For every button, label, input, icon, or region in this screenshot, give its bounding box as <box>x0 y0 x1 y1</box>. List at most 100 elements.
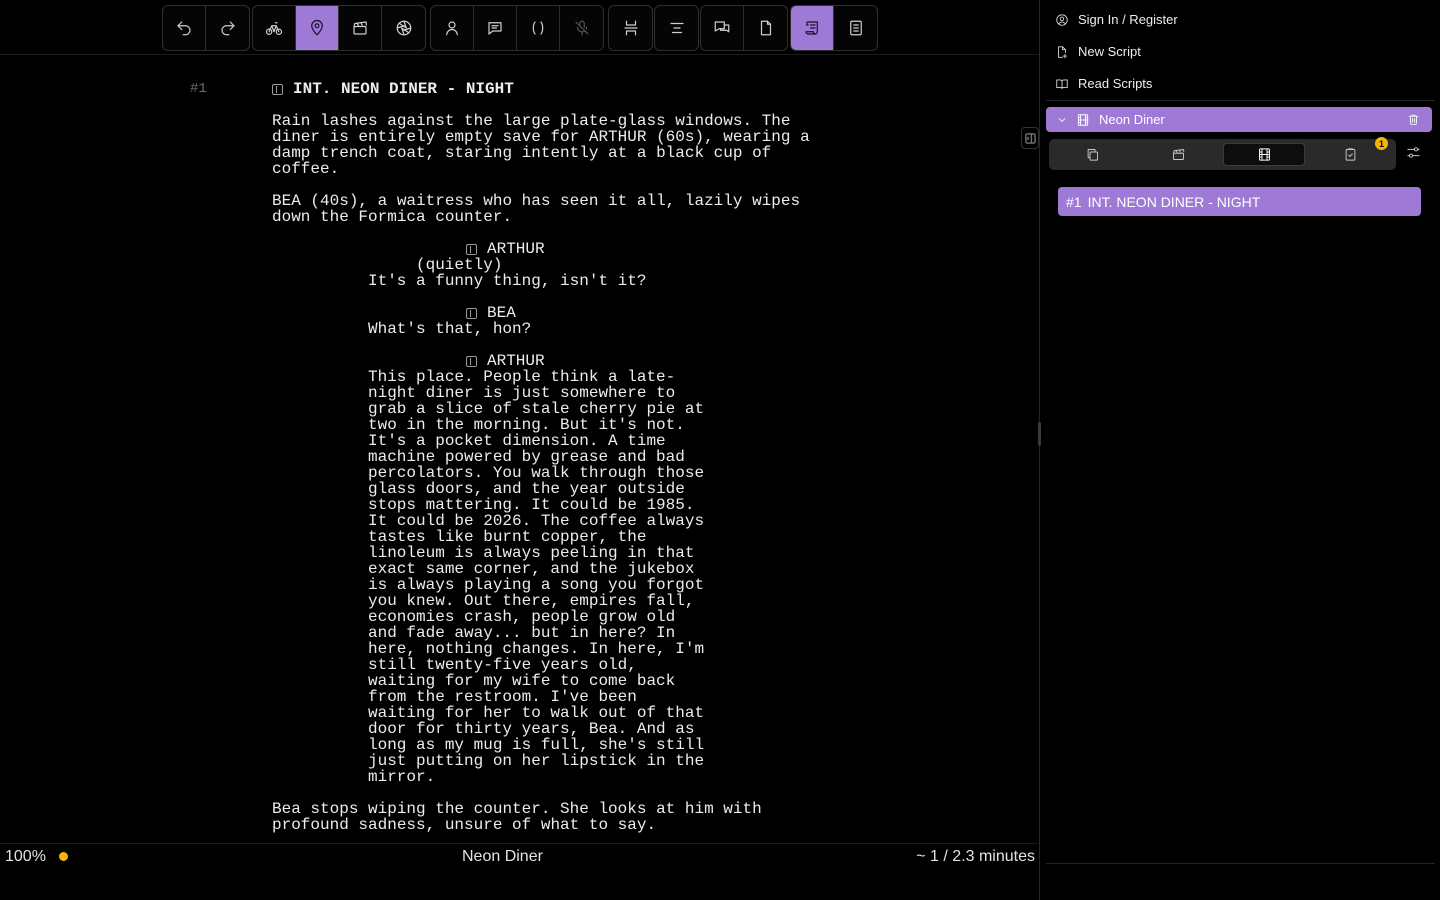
outline-view-button[interactable] <box>834 6 877 50</box>
status-bar: 100% Neon Diner ~ 1 / 2.3 minutes <box>0 843 1039 870</box>
speech-bubble-icon <box>488 22 502 35</box>
script-title: Neon Diner <box>1099 112 1165 127</box>
new-file-icon <box>1058 45 1068 58</box>
redo-button[interactable] <box>206 6 249 50</box>
new-script-label: New Script <box>1078 44 1141 59</box>
centered-text-button[interactable] <box>655 6 698 50</box>
panel-resize-handle[interactable] <box>1038 422 1041 446</box>
character-cue[interactable]: ARTHUR <box>466 241 832 257</box>
film-icon <box>1258 148 1270 161</box>
zoom-level[interactable]: 100% <box>5 848 46 866</box>
shot-button[interactable] <box>382 6 425 50</box>
comments-button[interactable] <box>701 6 744 50</box>
dialogue-block[interactable]: What's that, hon? <box>368 321 716 337</box>
tab-tasks[interactable]: 1 <box>1309 137 1391 166</box>
trash-icon[interactable] <box>1407 113 1420 126</box>
tab-scenes[interactable] <box>1223 143 1305 166</box>
film-icon <box>1077 113 1089 126</box>
voice-over-button[interactable] <box>560 6 603 50</box>
scene-heading[interactable]: INT. NEON DINER - NIGHT <box>272 81 832 97</box>
scene-heading-button[interactable] <box>296 6 339 50</box>
undo-button[interactable] <box>163 6 206 50</box>
align-group <box>654 5 699 51</box>
sign-in-label: Sign In / Register <box>1078 12 1178 27</box>
scroll-icon <box>805 21 818 35</box>
action-block[interactable]: BEA (40s), a waitress who has seen it al… <box>272 193 832 225</box>
tab-scenes-board[interactable] <box>1137 143 1219 166</box>
character-button[interactable] <box>431 6 474 50</box>
character-name: ARTHUR <box>487 240 545 258</box>
divider <box>1046 100 1435 101</box>
character-cue[interactable]: BEA <box>466 305 832 321</box>
dialogue-button[interactable] <box>474 6 517 50</box>
scene-list-title: INT. NEON DINER - NIGHT <box>1087 193 1261 210</box>
clapperboard-icon <box>353 21 367 35</box>
dialogue-block[interactable]: It's a funny thing, isn't it? <box>368 273 716 289</box>
redo-icon <box>220 21 235 36</box>
block-sidebar-icon[interactable] <box>466 307 477 319</box>
scene-elements-group <box>252 5 426 51</box>
side-panel: Sign In / Register New Script Read Scrip… <box>1038 0 1440 900</box>
sidebar-toggle-icon <box>1024 132 1036 144</box>
script-list-icon <box>849 20 862 36</box>
script-page[interactable]: #1 INT. NEON DINER - NIGHT Rain lashes a… <box>190 81 832 843</box>
sliders-icon <box>1407 147 1420 158</box>
chat-bubbles-icon <box>714 21 730 33</box>
transition-button[interactable] <box>253 6 296 50</box>
clipboard-check-icon <box>1345 148 1355 161</box>
undo-icon <box>177 21 191 36</box>
new-script-link[interactable]: New Script <box>1055 44 1141 59</box>
note-button[interactable] <box>744 6 787 50</box>
microphone-off-icon <box>574 20 589 36</box>
read-scripts-label: Read Scripts <box>1078 76 1153 91</box>
copy-icon <box>1087 149 1098 161</box>
save-status-indicator <box>59 852 68 861</box>
aperture-icon <box>396 20 411 36</box>
scene-heading-text: INT. NEON DINER - NIGHT <box>293 80 514 98</box>
action-block[interactable]: Rain lashes against the large plate-glas… <box>272 113 832 177</box>
view-group <box>790 5 878 51</box>
script-view-button[interactable] <box>791 6 834 50</box>
align-center-icon <box>669 22 684 34</box>
page-icon <box>760 20 771 36</box>
history-group <box>162 5 250 51</box>
page-break-icon <box>623 20 638 36</box>
tab-copies[interactable] <box>1051 143 1133 166</box>
clapperboard-icon <box>1172 149 1184 160</box>
character-name: ARTHUR <box>487 352 545 370</box>
page-break-button[interactable] <box>609 6 652 50</box>
scene-number: #1 <box>190 81 207 97</box>
settings-button[interactable] <box>1406 145 1422 163</box>
block-sidebar-icon[interactable] <box>466 243 477 255</box>
open-book-icon <box>1056 78 1068 89</box>
divider <box>1046 863 1435 864</box>
person-icon <box>446 21 458 36</box>
character-name: BEA <box>487 304 516 322</box>
parenthetical-button[interactable] <box>517 6 560 50</box>
notes-group <box>700 5 788 51</box>
script-viewport[interactable]: #1 INT. NEON DINER - NIGHT Rain lashes a… <box>0 55 1039 843</box>
status-script-title: Neon Diner <box>462 848 543 865</box>
chevron-down-icon[interactable] <box>1056 114 1068 126</box>
bicycle-icon <box>265 22 283 35</box>
location-pin-icon <box>311 19 323 36</box>
dialogue-block[interactable]: This place. People think a late- night d… <box>368 369 716 785</box>
panel-collapse-button[interactable] <box>1021 127 1039 149</box>
panel-tabs: 1 <box>1049 137 1396 170</box>
user-circle-icon <box>1056 13 1068 26</box>
read-scripts-link[interactable]: Read Scripts <box>1055 76 1152 91</box>
action-button[interactable] <box>339 6 382 50</box>
block-sidebar-icon[interactable] <box>272 83 283 95</box>
script-item[interactable]: Neon Diner <box>1046 107 1432 132</box>
character-cue[interactable]: ARTHUR <box>466 353 832 369</box>
scene-list-number: #1 <box>1066 193 1082 210</box>
parentheses-icon <box>532 21 544 35</box>
parenthetical[interactable]: (quietly) <box>416 257 832 273</box>
sign-in-link[interactable]: Sign In / Register <box>1055 12 1178 27</box>
scene-list-item[interactable]: #1 INT. NEON DINER - NIGHT <box>1058 187 1421 216</box>
page-break-group <box>608 5 653 51</box>
action-block[interactable]: Bea stops wiping the counter. She looks … <box>272 801 832 833</box>
block-sidebar-icon[interactable] <box>466 355 477 367</box>
dialogue-elements-group <box>430 5 604 51</box>
editor-area: #1 INT. NEON DINER - NIGHT Rain lashes a… <box>0 0 1039 900</box>
